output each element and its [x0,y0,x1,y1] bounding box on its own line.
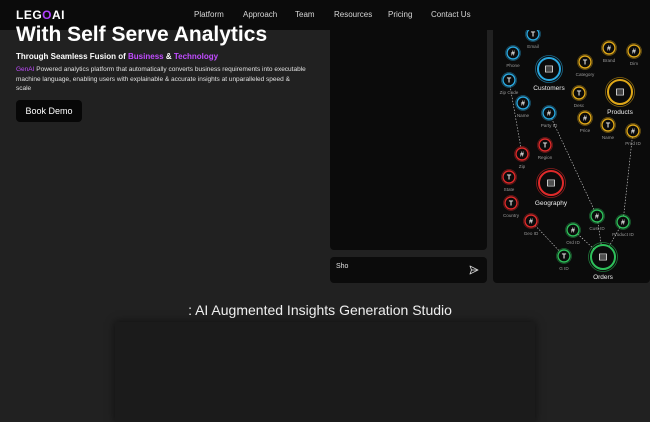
number-field-icon: # [547,110,551,117]
field-node[interactable]: T Email [525,30,541,49]
field-label: State [504,187,515,192]
text-field-icon: T [509,200,514,207]
field-label: Email [527,44,539,49]
entity-node-geography[interactable]: Geography [535,168,568,208]
field-label: G ID [559,266,569,271]
chat-input-field[interactable]: Sho [336,263,348,270]
text-field-icon: T [583,59,588,66]
field-node[interactable]: # Party ID [541,105,558,129]
nav-link-approach[interactable]: Approach [243,10,277,19]
field-node[interactable]: T Name [600,117,616,141]
number-field-icon: # [621,219,625,226]
field-node[interactable]: T Category [576,54,595,78]
entity-node-orders[interactable]: Orders [588,242,618,282]
number-field-icon: # [571,227,575,234]
send-icon[interactable] [469,265,479,275]
hero-description: GenAI Powered analytics platform that au… [16,65,306,94]
field-node[interactable]: T G ID [556,248,572,272]
field-node[interactable]: # Ord ID [565,222,581,246]
studio-preview [115,322,535,422]
hero-subtitle-pre: Through Seamless Fusion of [16,52,129,61]
book-demo-button[interactable]: Book Demo [16,100,82,122]
semantic-graph-panel: Customers Products Geography Orders T Email # P… [493,30,650,283]
number-field-icon: # [632,48,636,55]
nav-link-platform[interactable]: Platform [194,10,224,19]
field-label: Zip [519,164,526,169]
entity-label: Geography [535,200,568,207]
text-field-icon: T [507,174,512,181]
nav-link-pricing[interactable]: Pricing [388,10,412,19]
field-node[interactable]: # Name [515,95,531,119]
field-node[interactable]: # Geo ID [523,213,539,237]
hero-title: With Self Serve Analytics [16,23,268,46]
text-field-icon: T [543,142,548,149]
field-node[interactable]: # Prod ID [625,123,641,147]
field-node[interactable]: T Zip Code [500,72,519,96]
text-field-icon: T [531,31,536,38]
field-node[interactable]: T State [501,169,517,193]
number-field-icon: # [631,128,635,135]
field-node[interactable]: T Region [537,137,553,161]
field-label: Prod ID [625,141,641,146]
field-node[interactable]: # Phone [505,45,521,69]
hero-subtitle: Through Seamless Fusion of Business & Te… [16,52,218,61]
text-field-icon: T [507,77,512,84]
logo-text-accent: O [42,8,53,22]
hero-subtitle-amp: & [163,52,174,61]
number-field-icon: # [520,151,524,158]
hero-desc-genai: GenAI [16,66,35,73]
field-label: Product ID [612,232,634,237]
chat-input-bar[interactable]: Sho [330,257,487,283]
field-label: Cust ID [589,226,605,231]
field-label: Phone [506,63,520,68]
nav-link-resources[interactable]: Resources [334,10,372,19]
field-label: Name [517,113,530,118]
number-field-icon: # [529,218,533,225]
field-label: Ord ID [566,240,580,245]
field-node[interactable]: # Price [577,110,593,134]
field-label: Country [503,213,520,218]
number-field-icon: # [583,115,587,122]
field-node[interactable]: # Product ID [612,214,635,238]
semantic-graph: Customers Products Geography Orders T Email # P… [500,30,642,282]
field-node[interactable]: # Zip [514,146,530,170]
number-field-icon: # [607,45,611,52]
nav-link-team[interactable]: Team [295,10,315,19]
field-node[interactable]: T Desc [571,85,587,109]
field-label: Zip Code [500,90,519,95]
chat-output-panel [330,30,487,250]
field-label: Dim [630,61,638,66]
field-label: Party ID [541,123,558,128]
entity-node-products[interactable]: Products [605,77,635,117]
number-field-icon: # [521,100,525,107]
text-field-icon: T [606,122,611,129]
entity-label: Orders [593,274,614,281]
field-node[interactable]: # Cust ID [589,208,605,232]
entity-label: Customers [533,85,565,92]
hero-desc-text: Powered analytics platform that automati… [16,66,306,92]
logo[interactable]: LEGOAI [16,8,65,22]
number-field-icon: # [595,213,599,220]
entity-node-customers[interactable]: Customers [533,55,565,93]
field-label: Price [580,128,591,133]
studio-title: : AI Augmented Insights Generation Studi… [188,302,452,318]
field-label: Name [602,135,615,140]
field-label: Geo ID [524,231,539,236]
field-label: Brand [603,58,616,63]
hero-subtitle-business: Business [128,52,164,61]
logo-text-post: AI [52,8,66,22]
logo-text-pre: LEG [16,8,43,22]
field-node[interactable]: # Dim [626,43,642,67]
text-field-icon: T [562,253,567,260]
text-field-icon: T [577,90,582,97]
field-label: Category [576,72,595,77]
number-field-icon: # [511,50,515,57]
entity-label: Products [607,109,633,116]
field-node[interactable]: T Country [503,195,520,219]
hero-subtitle-technology: Technology [173,52,219,61]
nav-link-contact[interactable]: Contact Us [431,10,471,19]
field-label: Region [538,155,553,160]
field-node[interactable]: # Brand [601,40,617,64]
field-label: Desc [574,103,585,108]
